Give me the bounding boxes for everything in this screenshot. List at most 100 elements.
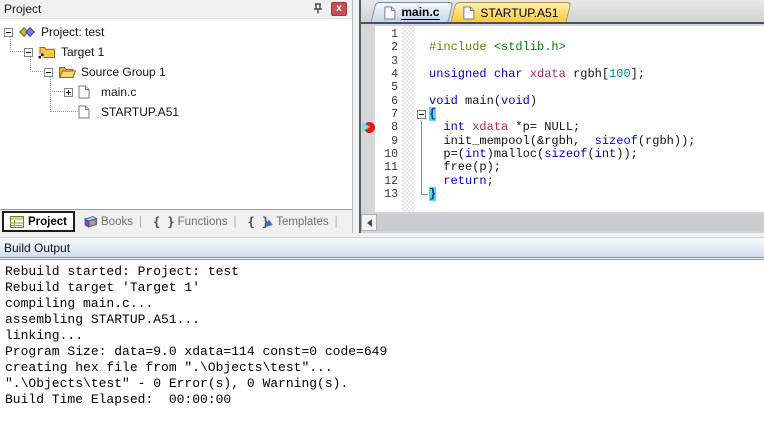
tree-item-source-group-1[interactable]: Source Group 1 — [0, 62, 352, 82]
scroll-left-button[interactable] — [361, 214, 377, 231]
project-grid-icon — [10, 216, 24, 228]
tree-item-startup-a51[interactable]: STARTUP.A51 — [0, 102, 352, 122]
code-text[interactable]: #include <stdlib.h> — [429, 41, 764, 54]
code-token: int — [595, 147, 617, 161]
fold-column — [415, 148, 429, 161]
expand-toggle[interactable] — [24, 48, 33, 57]
expand-toggle[interactable] — [64, 88, 73, 97]
editor-tab-main-c[interactable]: main.c — [371, 2, 454, 22]
code-text[interactable]: free(p); — [429, 161, 764, 174]
project-icon — [18, 25, 36, 39]
code-text[interactable]: p=(int)malloc(sizeof(int)); — [429, 148, 764, 161]
code-token: xdata — [530, 67, 566, 81]
expand-toggle[interactable] — [4, 28, 13, 37]
expand-toggle[interactable] — [44, 68, 53, 77]
code-token: *p= NULL; — [508, 120, 580, 134]
editor-tab-startup-a51[interactable]: STARTUP.A51 — [451, 2, 572, 22]
tree-item-label: Project: test — [41, 25, 104, 39]
build-output-title: Build Output — [4, 241, 70, 255]
build-output-line: assembling STARTUP.A51... — [5, 312, 764, 328]
line-number: 5 — [375, 81, 402, 94]
horizontal-scrollbar[interactable] — [361, 214, 764, 231]
code-text[interactable] — [429, 55, 764, 68]
code-text[interactable] — [429, 81, 764, 94]
build-output-line: compiling main.c... — [5, 296, 764, 312]
code-text[interactable]: { — [429, 108, 764, 121]
line-number: 13 — [375, 188, 402, 201]
fold-guide-line — [421, 148, 422, 161]
gutter-cell — [402, 148, 415, 161]
gutter-cell — [402, 108, 415, 121]
panel-tab-bar: ProjectBooks|{ }Functions|{ }Templates| — [0, 209, 352, 233]
panel-tab-books[interactable]: Books — [80, 215, 136, 228]
code-text[interactable]: void main(void) — [429, 95, 764, 108]
code-text[interactable] — [429, 28, 764, 41]
code-text[interactable]: int xdata *p= NULL; — [429, 121, 764, 134]
bookmark-marker[interactable] — [362, 122, 375, 133]
code-token: )); — [616, 147, 638, 161]
tree-item-label: Source Group 1 — [81, 65, 166, 79]
gutter-cell — [402, 161, 415, 174]
code-line-6: 6void main(void) — [361, 95, 764, 108]
code-token: char — [494, 67, 523, 81]
panel-tab-project[interactable]: Project — [2, 211, 75, 232]
fold-column — [415, 161, 429, 174]
line-margin — [361, 121, 375, 134]
gutter-cell — [402, 135, 415, 148]
line-margin — [361, 148, 375, 161]
tree-item-target-1[interactable]: Target 1 — [0, 42, 352, 62]
fold-column — [415, 81, 429, 94]
code-editor[interactable]: 12#include <stdlib.h>34unsigned char xda… — [361, 26, 764, 212]
build-output-line: creating hex file from ".\Objects\test".… — [5, 360, 764, 376]
line-number: 2 — [375, 41, 402, 54]
code-token: ) — [530, 94, 537, 108]
code-text[interactable]: init_mempool(&rgbh, sizeof(rgbh)); — [429, 135, 764, 148]
editor-tab-label: main.c — [401, 5, 439, 20]
build-output-header: Build Output — [0, 237, 764, 258]
build-output-line: linking... — [5, 328, 764, 344]
fold-collapse-button[interactable] — [417, 110, 426, 119]
bookmark-arrow-icon — [362, 122, 370, 132]
code-line-13: 13} — [361, 188, 764, 201]
gutter-cell — [402, 188, 415, 201]
code-text[interactable]: return; — [429, 175, 764, 188]
code-line-9: 9 init_mempool(&rgbh, sizeof(rgbh)); — [361, 135, 764, 148]
close-icon[interactable]: x — [331, 2, 347, 16]
code-token: void — [501, 94, 530, 108]
build-output-log[interactable]: Rebuild started: Project: testRebuild ta… — [0, 259, 764, 430]
tree-item-main-c[interactable]: main.c — [0, 82, 352, 102]
fold-column — [415, 188, 429, 201]
editor-tab-label: STARTUP.A51 — [480, 6, 558, 20]
code-token: xdata — [472, 120, 508, 134]
gutter-cell — [402, 81, 415, 94]
gutter-cell — [402, 95, 415, 108]
code-line-5: 5 — [361, 81, 764, 94]
gutter-cell — [402, 55, 415, 68]
code-line-12: 12 return; — [361, 175, 764, 188]
code-token: main( — [458, 94, 501, 108]
fold-column — [415, 68, 429, 81]
code-token — [487, 67, 494, 81]
build-output-line: Rebuild started: Project: test — [5, 264, 764, 280]
code-token: unsigned — [429, 67, 487, 81]
code-text[interactable]: } — [429, 188, 764, 201]
code-line-4: 4unsigned char xdata rgbh[100]; — [361, 68, 764, 81]
code-token: ]; — [631, 67, 645, 81]
fold-column — [415, 175, 429, 188]
build-output-line: Program Size: data=9.0 xdata=114 const=0… — [5, 344, 764, 360]
line-number: 7 — [375, 108, 402, 121]
scrollbar-track[interactable] — [377, 214, 764, 231]
templates-icon: { } — [248, 216, 274, 228]
fold-guide-end — [421, 188, 428, 195]
tree-item-project-test[interactable]: Project: test — [0, 22, 352, 42]
code-token: } — [429, 187, 436, 201]
code-token: #include — [429, 40, 487, 54]
panel-tab-functions[interactable]: { }Functions — [150, 216, 231, 228]
code-text[interactable]: unsigned char xdata rgbh[100]; — [429, 68, 764, 81]
line-number: 10 — [375, 148, 402, 161]
code-token — [429, 120, 443, 134]
fold-guide-line — [421, 175, 422, 188]
pin-icon[interactable] — [310, 2, 326, 16]
panel-tab-templates[interactable]: { }Templates — [245, 216, 332, 228]
code-token: )malloc( — [487, 147, 545, 161]
